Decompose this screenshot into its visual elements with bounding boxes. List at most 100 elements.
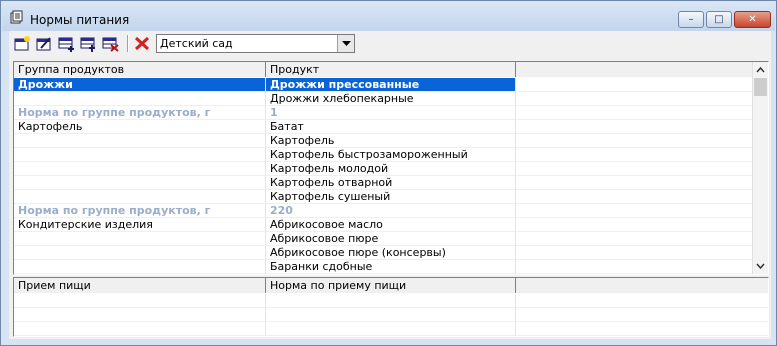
table-cell [14,308,266,322]
product-cell: 1 [266,106,516,120]
scroll-thumb[interactable] [754,78,767,96]
table-row[interactable]: Картофель сушеный [14,190,754,204]
table-row[interactable]: Норма по группе продуктов, г1 [14,106,754,120]
table-cell [516,246,754,260]
table-cell [516,204,754,218]
chevron-up-icon [756,67,765,73]
meals-grid-header: Прием пищи Норма по приему пищи [14,278,768,293]
product-cell: Батат [266,120,516,134]
product-group-cell: Норма по группе продуктов, г [14,204,266,218]
edit-record-icon[interactable] [35,35,53,52]
add-subrecord-icon[interactable] [79,35,97,52]
product-group-cell: Норма по группе продуктов, г [14,106,266,120]
column-header-meal[interactable]: Прием пищи [14,278,266,293]
table-cell [516,232,754,246]
product-group-cell: Кондитерские изделия [14,218,266,232]
table-cell [266,308,516,322]
column-header-meal-norm[interactable]: Норма по приему пищи [266,278,516,293]
close-button[interactable]: ✕ [734,11,771,28]
toolbar: Детский сад [9,31,771,57]
product-cell: Картофель сушеный [266,190,516,204]
table-cell [516,162,754,176]
table-row[interactable] [14,294,768,308]
product-group-cell: Дрожжи [14,78,266,92]
table-row[interactable]: Абрикосовое пюре (консервы) [14,246,754,260]
table-row[interactable]: Дрожжи хлебопекарные [14,92,754,106]
product-cell: Дрожжи хлебопекарные [266,92,516,106]
table-cell [516,106,754,120]
table-cell [516,176,754,190]
table-cell [516,120,754,134]
product-group-cell [14,190,266,204]
table-row[interactable]: Дрожжи Дрожжи прессованные [14,78,754,92]
table-cell [516,134,754,148]
product-group-cell [14,134,266,148]
minimize-button[interactable]: – [678,11,704,28]
product-group-cell [14,148,266,162]
product-cell: Дрожжи прессованные [266,78,516,92]
table-cell [14,322,266,336]
vertical-scrollbar[interactable] [752,62,768,274]
delete-x-icon[interactable] [133,35,151,52]
table-row[interactable]: Картофель быстрозамороженный [14,148,754,162]
product-group-cell [14,260,266,274]
product-group-cell: Картофель [14,120,266,134]
app-window: Нормы питания – □ ✕ Детский сад Группа п… [0,0,777,346]
table-cell [516,78,754,92]
product-group-cell [14,176,266,190]
column-header-empty[interactable] [516,278,768,293]
product-group-cell [14,232,266,246]
dropdown-button[interactable] [337,35,354,52]
table-cell [516,322,768,336]
product-group-cell [14,246,266,260]
table-row[interactable] [14,308,768,322]
products-grid[interactable]: Группа продуктов Продукт Дрожжи Дрожжи пр… [13,61,769,275]
close-icon: ✕ [748,13,757,25]
product-cell: Картофель быстрозамороженный [266,148,516,162]
app-icon [10,10,23,24]
product-cell: 220 [266,204,516,218]
product-group-cell [14,92,266,106]
product-cell: Картофель молодой [266,162,516,176]
add-grid-icon[interactable] [57,35,75,52]
table-cell [516,308,768,322]
institution-select[interactable]: Детский сад [156,34,355,53]
column-header-product-group[interactable]: Группа продуктов [14,62,266,77]
table-cell [516,218,754,232]
chevron-down-icon [341,40,351,46]
product-cell: Абрикосовое масло [266,218,516,232]
table-row[interactable]: Баранки сдобные [14,260,754,274]
product-cell: Баранки сдобные [266,260,516,274]
table-row[interactable]: Картофель отварной [14,176,754,190]
table-row[interactable]: Кондитерские изделия Абрикосовое масло [14,218,754,232]
table-row[interactable]: Норма по группе продуктов, г 220 [14,204,754,218]
table-row[interactable] [14,322,768,336]
table-cell [516,148,754,162]
table-row[interactable]: Абрикосовое пюре [14,232,754,246]
remove-subrecord-icon[interactable] [101,35,119,52]
scroll-down-button[interactable] [753,258,768,274]
add-record-icon[interactable] [13,35,31,52]
minimize-icon: – [688,13,694,25]
product-cell: Абрикосовое пюре (консервы) [266,246,516,260]
meals-grid[interactable]: Прием пищи Норма по приему пищи [13,277,769,337]
table-cell [516,190,754,204]
table-cell [516,92,754,106]
product-cell: Картофель отварной [266,176,516,190]
product-cell: Абрикосовое пюре [266,232,516,246]
column-header-product[interactable]: Продукт [266,62,516,77]
table-row[interactable]: Картофель Батат [14,120,754,134]
table-cell [266,294,516,308]
maximize-icon: □ [714,13,724,25]
column-header-empty[interactable] [516,62,754,77]
table-row[interactable]: Картофель [14,134,754,148]
table-cell [516,294,768,308]
title-bar[interactable]: Нормы питания – □ ✕ [2,2,775,31]
table-cell [14,294,266,308]
scroll-up-button[interactable] [753,62,768,78]
maximize-button[interactable]: □ [706,11,732,28]
institution-select-value: Детский сад [160,37,233,50]
window-title: Нормы питания [30,13,130,27]
table-row[interactable]: Картофель молодой [14,162,754,176]
product-group-cell [14,162,266,176]
